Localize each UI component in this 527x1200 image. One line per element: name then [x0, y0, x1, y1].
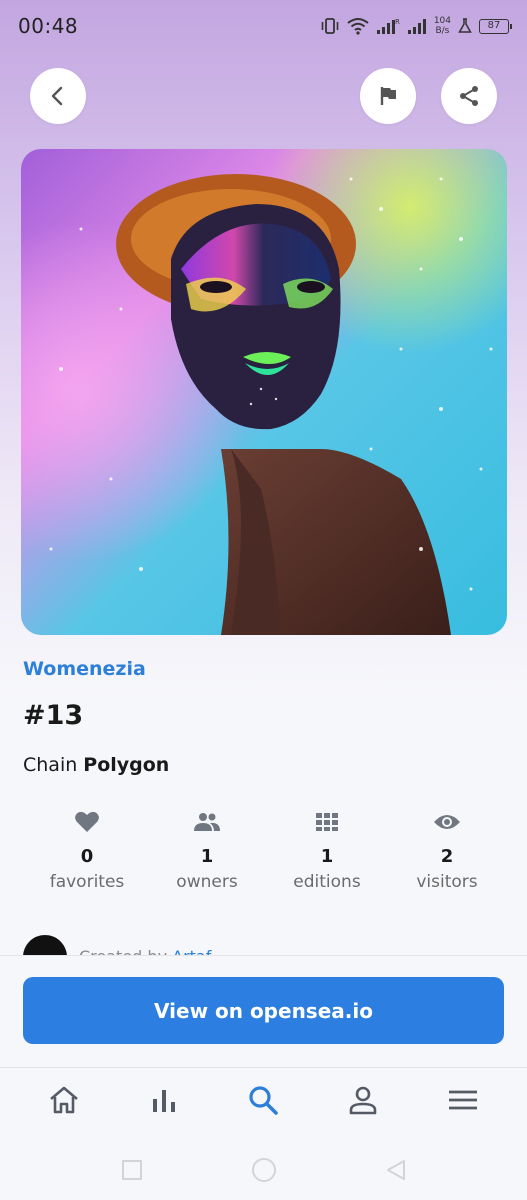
creator-name[interactable]: Artaf... — [172, 947, 225, 955]
nav-stats[interactable] — [134, 1070, 194, 1130]
chevron-left-icon — [51, 86, 63, 106]
search-icon — [249, 1086, 279, 1115]
chart-icon — [152, 1090, 175, 1112]
recent-apps-icon[interactable] — [121, 1159, 143, 1181]
svg-text:R: R — [395, 18, 400, 26]
status-bar: 00:48 R 104 B/s 87 — [0, 0, 527, 52]
home-circle-icon[interactable] — [251, 1157, 277, 1183]
menu-icon — [449, 1090, 478, 1110]
home-icon — [50, 1086, 78, 1114]
stat-visitors[interactable]: 2 visitors — [387, 808, 507, 898]
signal-r-icon: R — [376, 18, 400, 34]
stat-favorites[interactable]: 0 favorites — [27, 808, 147, 898]
nav-search[interactable] — [233, 1070, 293, 1130]
net-speed-unit: B/s — [435, 26, 450, 36]
stats-row: 0 favorites 1 owners 1 editions 2 visito… — [27, 808, 507, 898]
view-on-opensea-button[interactable]: View on opensea.io — [23, 977, 504, 1044]
token-title: #13 — [23, 700, 84, 731]
nav-profile[interactable] — [333, 1070, 393, 1130]
chain-row: Chain Polygon — [23, 754, 169, 776]
visitors-count: 2 — [440, 846, 454, 867]
flask-icon — [458, 18, 472, 33]
collection-name[interactable]: Womenezia — [23, 658, 146, 680]
creator-avatar[interactable] — [23, 935, 67, 955]
people-icon — [194, 813, 220, 831]
system-nav-bar — [0, 1140, 527, 1200]
report-button[interactable] — [360, 68, 416, 124]
visitors-label: visitors — [416, 872, 478, 892]
creator-text: Created by Artaf... — [79, 947, 225, 955]
share-button[interactable] — [441, 68, 497, 124]
stat-editions[interactable]: 1 editions — [267, 808, 387, 898]
net-speed: 104 B/s — [434, 16, 451, 36]
heart-icon — [75, 811, 99, 832]
stat-owners[interactable]: 1 owners — [147, 808, 267, 898]
owners-label: owners — [176, 872, 238, 892]
owners-count: 1 — [200, 846, 214, 867]
eye-icon — [434, 815, 460, 829]
editions-count: 1 — [320, 846, 334, 867]
status-time: 00:48 — [18, 14, 79, 38]
flag-icon — [380, 87, 396, 105]
back-triangle-icon[interactable] — [385, 1159, 407, 1181]
grid-icon — [316, 813, 338, 831]
creator-row[interactable]: Created by Artaf... — [23, 935, 503, 955]
nav-menu[interactable] — [433, 1070, 493, 1130]
creator-prefix: Created by — [79, 947, 167, 955]
vibrate-icon — [321, 18, 339, 34]
signal-icon — [407, 19, 426, 34]
share-icon — [460, 86, 478, 106]
profile-icon — [349, 1086, 377, 1115]
net-speed-value: 104 — [433, 16, 451, 26]
back-button[interactable] — [30, 68, 86, 124]
editions-label: editions — [293, 872, 361, 892]
status-icons: R 104 B/s 87 — [320, 16, 512, 36]
chain-label: Chain — [23, 754, 78, 776]
favorites-label: favorites — [49, 872, 125, 892]
wifi-icon — [347, 18, 369, 35]
nav-home[interactable] — [34, 1070, 94, 1130]
bottom-nav — [0, 1068, 527, 1132]
nft-artwork-image[interactable] — [21, 149, 507, 635]
favorites-count: 0 — [80, 846, 94, 867]
chain-value: Polygon — [83, 754, 170, 776]
battery-indicator: 87 — [479, 18, 512, 34]
